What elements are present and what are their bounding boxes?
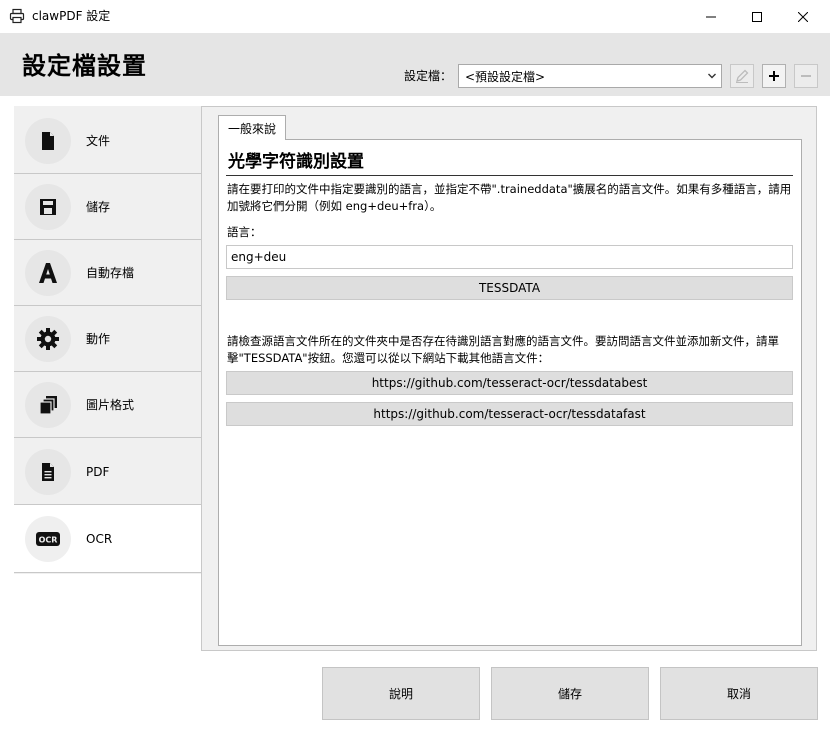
sidebar-item-label: 自動存檔 [86,266,135,280]
sidebar-item-autosave[interactable]: 自動存檔 [14,240,201,306]
sidebar-item-ocr[interactable]: OCR OCR [14,505,201,573]
sidebar-item-label: 儲存 [86,200,111,214]
sidebar-item-actions[interactable]: 動作 [14,306,201,372]
sidebar-item-label: OCR [86,531,113,546]
maximize-button[interactable] [734,0,780,33]
maximize-icon [752,11,762,22]
tab-general[interactable]: 一般來說 [218,115,286,140]
ocr-description: 請在要打印的文件中指定要識別的語言，並指定不帶".traineddata"擴展名… [227,182,792,213]
plus-icon [769,71,779,81]
save-button[interactable]: 儲存 [491,667,649,720]
language-label: 語言： [227,225,262,239]
rename-profile-button[interactable] [730,64,754,88]
section-divider [226,175,793,176]
remove-profile-button[interactable] [794,64,818,88]
sidebar-item-label: 動作 [86,332,111,346]
sidebar-item-label: 文件 [86,134,111,148]
profile-label: 設定檔： [404,69,453,83]
sidebar-item-save[interactable]: 儲存 [14,174,201,240]
language-input[interactable]: eng+deu [226,245,793,269]
language-files-info: 請檢查源語言文件所在的文件夾中是否存在待識別語言對應的語言文件。要訪問語言文件並… [227,334,779,365]
sidebar-item-document[interactable]: 文件 [14,108,201,174]
svg-text:OCR: OCR [39,535,58,544]
page-title: 設定檔設置 [22,52,147,80]
floppy-disk-icon [25,183,71,230]
close-icon [798,11,808,22]
window-title: clawPDF 設定 [32,9,111,23]
help-button[interactable]: 說明 [322,667,480,720]
chevron-down-icon [708,73,716,79]
sidebar-item-image-formats[interactable]: 圖片格式 [14,372,201,438]
add-profile-button[interactable] [762,64,786,88]
minimize-button[interactable] [688,0,734,33]
tessdata-button[interactable]: TESSDATA [226,276,793,300]
image-stack-icon [25,381,71,428]
section-title: 光學字符識別設置 [228,152,364,172]
pdf-document-icon [25,448,71,495]
gear-icon [25,315,71,362]
document-icon [25,117,71,164]
cancel-button[interactable]: 取消 [660,667,818,720]
letter-a-icon [25,249,71,296]
minimize-icon [706,16,716,17]
tessdata-best-link-button[interactable]: https://github.com/tesseract-ocr/tessdat… [226,371,793,395]
profile-select-value: <預設設定檔> [465,69,546,84]
printer-icon [9,8,25,24]
profile-select[interactable]: <預設設定檔> [458,64,722,88]
sidebar-item-label: 圖片格式 [86,398,135,412]
pencil-icon [736,69,749,83]
close-button[interactable] [780,0,826,33]
ocr-icon: OCR [25,515,71,562]
tessdata-fast-link-button[interactable]: https://github.com/tesseract-ocr/tessdat… [226,402,793,426]
minus-icon [801,75,811,77]
sidebar-item-pdf[interactable]: PDF [14,439,201,505]
sidebar-item-label: PDF [86,464,110,479]
